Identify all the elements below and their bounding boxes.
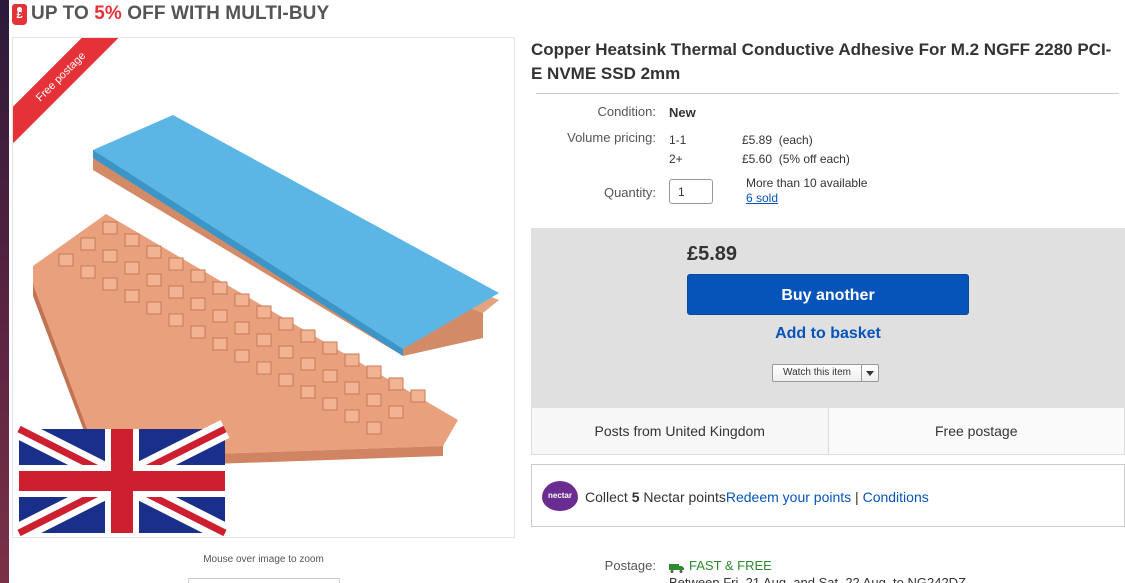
tier-price: £5.89 bbox=[742, 133, 773, 147]
nectar-points-box: nectar Collect 5 Nectar pointsRedeem you… bbox=[531, 464, 1125, 527]
buy-another-button[interactable]: Buy another bbox=[687, 274, 969, 315]
watch-item-dropdown[interactable]: Watch this item bbox=[772, 364, 879, 382]
ribbon-label: Free postage bbox=[13, 38, 127, 143]
nectar-collect: Collect bbox=[585, 489, 632, 505]
promo-highlight: 5% bbox=[94, 3, 122, 24]
zoom-hint: Mouse over image to zoom bbox=[203, 554, 324, 565]
truck-icon bbox=[669, 561, 685, 573]
tier-note: (each) bbox=[778, 133, 813, 147]
tier-qty: 1-1 bbox=[669, 133, 687, 147]
product-title: Copper Heatsink Thermal Conductive Adhes… bbox=[531, 40, 1112, 83]
title-divider bbox=[536, 93, 1119, 94]
nectar-logo: nectar bbox=[542, 481, 578, 511]
tier-price: £5.60 bbox=[742, 152, 773, 166]
tier-note: (5% off each) bbox=[778, 152, 850, 166]
window-edge bbox=[0, 0, 9, 583]
nectar-text: Collect 5 Nectar pointsRedeem your point… bbox=[585, 489, 929, 505]
free-postage-text: Free postage bbox=[827, 408, 1124, 454]
tier-price-row: £5.89 (each) bbox=[742, 133, 813, 147]
sold-count-link[interactable]: 6 sold bbox=[746, 191, 778, 205]
quantity-label: Quantity: bbox=[603, 185, 656, 200]
quantity-input[interactable] bbox=[669, 179, 713, 204]
postage-value: FAST & FREE bbox=[669, 558, 772, 573]
tier-qty: 2+ bbox=[669, 152, 683, 166]
product-image-panel[interactable]: Free postage bbox=[12, 37, 515, 538]
posts-from-text: Posts from United Kingdom bbox=[594, 423, 765, 439]
free-postage-ribbon: Free postage bbox=[13, 38, 131, 156]
condition-label: Condition: bbox=[597, 104, 656, 119]
shipping-summary: Posts from United Kingdom Free postage bbox=[531, 408, 1125, 455]
availability-text: More than 10 available bbox=[746, 176, 868, 190]
tier-price-row: £5.60 (5% off each) bbox=[742, 152, 850, 166]
multibuy-promo-banner: £ UP TO 5% OFF WITH MULTI-BUY bbox=[12, 2, 329, 26]
postage-value-text: FAST & FREE bbox=[689, 558, 772, 573]
nectar-points-suffix: Nectar points bbox=[639, 489, 726, 505]
conditions-link[interactable]: Conditions bbox=[863, 489, 929, 505]
chevron-down-icon[interactable] bbox=[862, 365, 878, 381]
condition-value: New bbox=[669, 105, 696, 120]
watch-item-label[interactable]: Watch this item bbox=[773, 365, 862, 381]
thumbnail-strip[interactable] bbox=[188, 578, 340, 583]
price-tag-icon: £ bbox=[12, 3, 27, 25]
delivery-estimate: Between Fri. 21 Aug. and Sat. 22 Aug. to… bbox=[669, 575, 967, 583]
promo-text: UP TO 5% OFF WITH MULTI-BUY bbox=[31, 3, 329, 25]
item-price: £5.89 bbox=[687, 243, 738, 265]
promo-suffix: OFF WITH MULTI-BUY bbox=[121, 3, 330, 24]
volume-pricing-label: Volume pricing: bbox=[567, 130, 656, 145]
postage-label: Postage: bbox=[604, 558, 656, 573]
uk-flag-icon bbox=[14, 420, 230, 537]
nectar-separator: | bbox=[851, 489, 863, 505]
add-to-basket-button[interactable]: Add to basket bbox=[687, 325, 969, 347]
promo-prefix: UP TO bbox=[31, 3, 95, 24]
redeem-points-link[interactable]: Redeem your points bbox=[726, 489, 851, 505]
